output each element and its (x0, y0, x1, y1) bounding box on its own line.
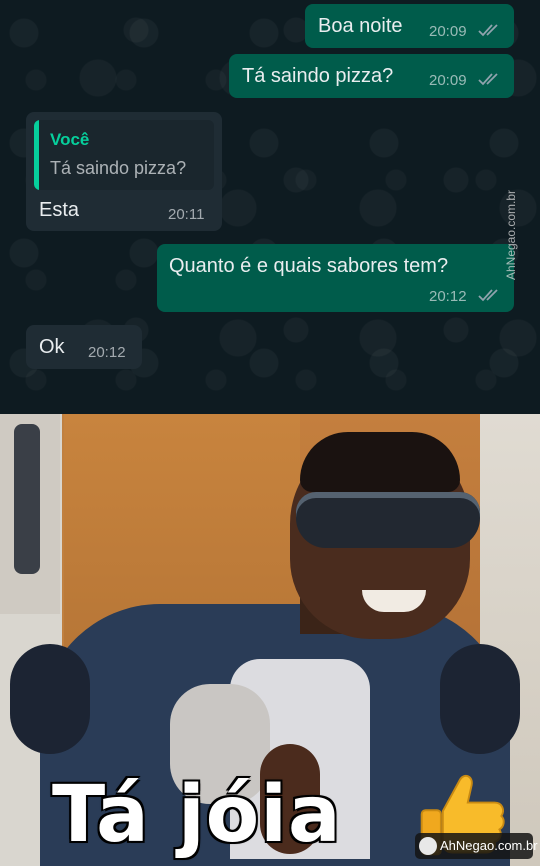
double-check-icon (478, 24, 498, 37)
message-bubble-incoming[interactable]: Ok 20:12 (26, 325, 142, 369)
left-shoulder-pad (10, 644, 90, 754)
message-text: Tá saindo pizza? (242, 65, 394, 87)
side-watermark: AhNegao.com.br (504, 189, 518, 281)
quote-author: Você (50, 130, 90, 149)
message-time: 20:12 (88, 344, 126, 361)
message-text: Quanto é e quais sabores tem? (169, 255, 449, 277)
message-time: 20:09 (429, 72, 467, 89)
message-bubble-outgoing[interactable]: Tá saindo pizza? 20:09 (229, 54, 514, 98)
quote-text: Tá saindo pizza? (50, 158, 187, 178)
corner-watermark: AhNegao.com.br (415, 833, 538, 859)
message-time: 20:11 (168, 206, 205, 223)
meme-caption: Tá jóia (52, 770, 342, 860)
hanging-gear (0, 414, 60, 614)
message-bubble-outgoing[interactable]: Boa noite 20:09 (305, 4, 514, 48)
quoted-message[interactable]: Você Tá saindo pizza? (34, 120, 214, 190)
double-check-icon (478, 73, 498, 86)
person-hair (300, 432, 460, 492)
message-text: Esta (39, 199, 80, 221)
message-time: 20:09 (429, 23, 467, 40)
watermark-text: AhNegao.com.br (440, 838, 538, 853)
chat-area: Boa noite 20:09 Tá saindo pizza? 20:09 V… (0, 0, 540, 414)
message-time: 20:12 (429, 288, 467, 305)
message-bubble-incoming[interactable]: Você Tá saindo pizza? Esta 20:11 (26, 112, 222, 231)
right-shoulder-pad (440, 644, 520, 754)
quote-accent-bar (34, 120, 39, 190)
logo-icon (419, 837, 437, 855)
message-text: Ok (39, 336, 65, 358)
message-text: Boa noite (318, 15, 403, 37)
sunglasses (296, 492, 480, 548)
message-bubble-outgoing[interactable]: Quanto é e quais sabores tem? 20:12 (157, 244, 514, 312)
